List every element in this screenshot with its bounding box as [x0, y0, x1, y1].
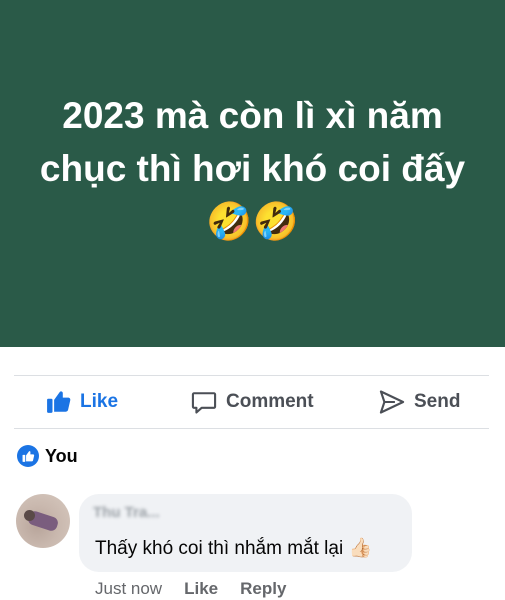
reactor-name: You	[45, 445, 78, 466]
post-text: 2023 mà còn lì xì năm chục thì hơi khó c…	[39, 95, 466, 242]
like-label: Like	[80, 391, 119, 412]
comment-bubble: Thu Tra... Thấy khó coi thì nhắm mắt lại…	[79, 494, 412, 572]
comment-icon	[190, 388, 218, 416]
send-button[interactable]: Send	[378, 376, 460, 428]
divider	[14, 428, 489, 429]
comment-text: Thấy khó coi thì nhắm mắt lại 👍🏻	[95, 538, 373, 559]
commenter-name[interactable]: Thu Tra...	[93, 504, 185, 526]
comment-button[interactable]: Comment	[190, 376, 314, 428]
comment-reply-button[interactable]: Reply	[240, 579, 286, 599]
reactions-row[interactable]: You	[17, 444, 78, 468]
send-icon	[378, 388, 406, 416]
like-reaction-icon	[17, 445, 39, 467]
like-button[interactable]: Like	[46, 376, 118, 428]
avatar[interactable]	[16, 494, 70, 548]
post-banner: 2023 mà còn lì xì năm chục thì hơi khó c…	[0, 0, 505, 347]
comment-like-button[interactable]: Like	[184, 579, 218, 599]
like-icon	[46, 389, 72, 415]
send-label: Send	[414, 391, 461, 412]
comment-timestamp: Just now	[95, 579, 163, 598]
action-bar: Like Comment Send	[14, 376, 489, 428]
comment-meta: Just now Like Reply	[95, 578, 286, 600]
comment-label: Comment	[226, 391, 314, 412]
